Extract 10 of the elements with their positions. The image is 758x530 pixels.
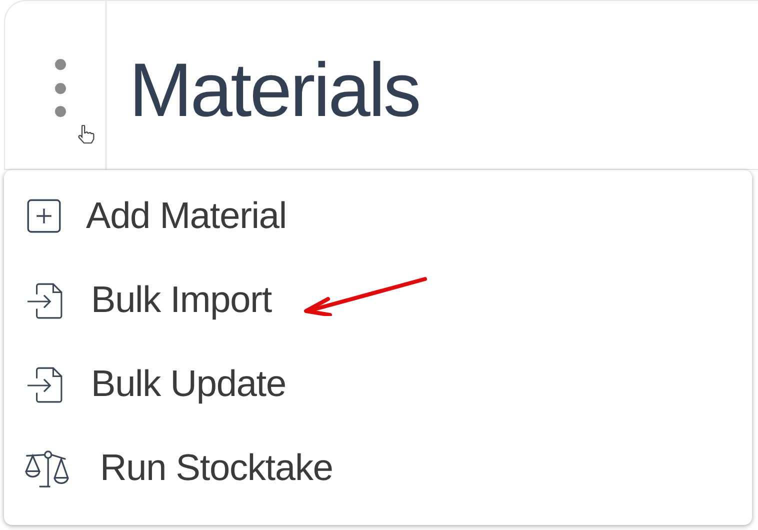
file-import-icon — [26, 282, 64, 320]
balance-scale-icon — [24, 449, 70, 489]
file-import-icon — [26, 366, 64, 404]
hand-cursor-icon — [77, 125, 95, 145]
menu-item[interactable]: Run Stocktake — [4, 441, 752, 525]
menu-item[interactable]: Add Material — [4, 189, 752, 273]
page-title: Materials — [129, 47, 420, 135]
plus-square-icon — [26, 198, 62, 234]
menu-item[interactable]: Bulk Update — [4, 357, 752, 441]
menu-item[interactable]: Bulk Import — [4, 273, 752, 357]
